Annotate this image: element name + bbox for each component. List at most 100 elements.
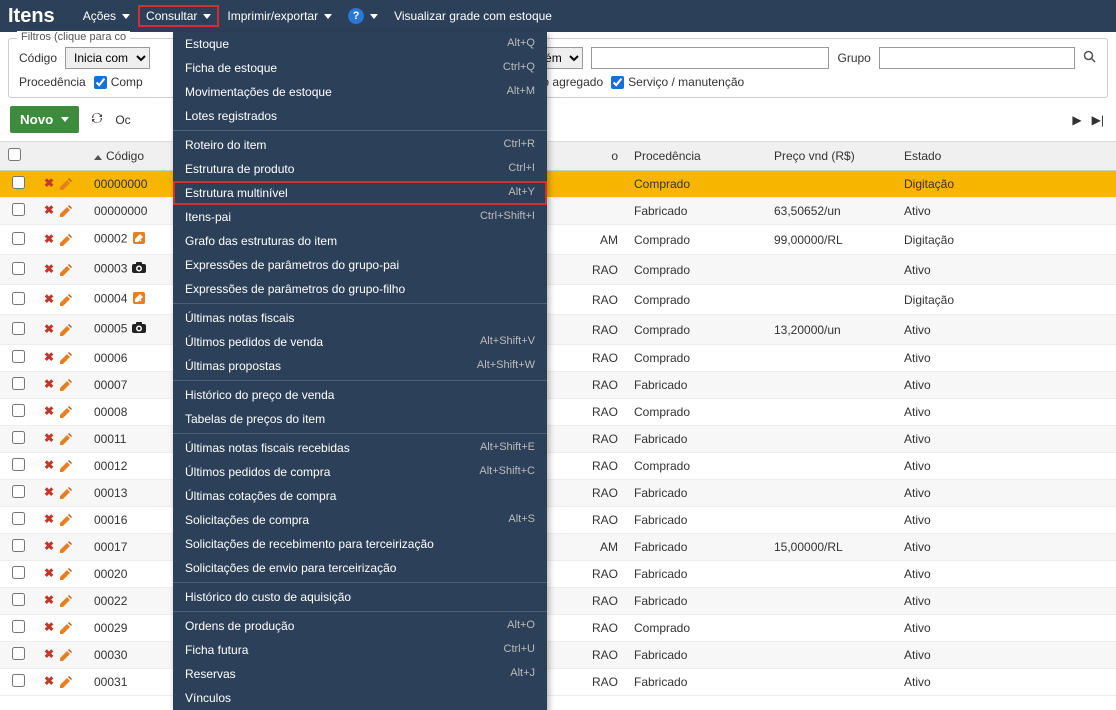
edit-icon[interactable] (58, 176, 74, 192)
camera-icon[interactable] (131, 260, 147, 279)
table-row[interactable]: ✖00007RAOFabricadoAtivo (0, 372, 1116, 399)
table-row[interactable]: ✖00031RAOFabricadoAtivo (0, 669, 1116, 696)
row-checkbox[interactable] (12, 203, 25, 216)
delete-icon[interactable]: ✖ (44, 620, 54, 634)
edit-icon[interactable] (58, 377, 74, 393)
delete-icon[interactable]: ✖ (44, 593, 54, 607)
dropdown-item[interactable]: Itens-paiCtrl+Shift+I (173, 205, 547, 229)
dropdown-item[interactable]: Estrutura multinívelAlt+Y (173, 181, 547, 205)
grupo-input[interactable] (879, 47, 1075, 69)
edit-icon[interactable] (58, 674, 74, 690)
row-checkbox[interactable] (12, 292, 25, 305)
edit-icon[interactable] (58, 262, 74, 278)
row-checkbox[interactable] (12, 647, 25, 660)
table-row[interactable]: ✖00000000CompradoDigitação (0, 171, 1116, 198)
menu-consultar[interactable]: Consultar (138, 5, 219, 27)
dropdown-item[interactable]: Estrutura de produtoCtrl+I (173, 157, 547, 181)
edit-icon[interactable] (58, 350, 74, 366)
menu-acoes[interactable]: Ações (75, 5, 138, 27)
edit-icon[interactable] (58, 620, 74, 636)
codigo-op-select[interactable]: Inicia com (65, 47, 150, 69)
edit-icon[interactable] (58, 203, 74, 219)
row-checkbox[interactable] (12, 674, 25, 687)
delete-icon[interactable]: ✖ (44, 322, 54, 336)
col-estado[interactable]: Estado (896, 142, 1116, 171)
dropdown-item[interactable]: Últimas propostasAlt+Shift+W (173, 354, 547, 378)
delete-icon[interactable]: ✖ (44, 674, 54, 688)
delete-icon[interactable]: ✖ (44, 203, 54, 217)
edit-icon[interactable] (58, 566, 74, 582)
edit-icon[interactable] (58, 458, 74, 474)
pager-next[interactable]: ▶ (1070, 113, 1083, 127)
row-checkbox[interactable] (12, 232, 25, 245)
table-row[interactable]: ✖00022RAOFabricadoAtivo (0, 588, 1116, 615)
row-checkbox[interactable] (12, 262, 25, 275)
table-row[interactable]: ✖00017AMFabricado15,00000/RLAtivo (0, 534, 1116, 561)
dropdown-item[interactable]: Expressões de parâmetros do grupo-filho (173, 277, 547, 301)
edit-icon[interactable] (58, 232, 74, 248)
table-row[interactable]: ✖00012RAOCompradoAtivo (0, 453, 1116, 480)
menu-help[interactable]: ? (340, 4, 386, 28)
dropdown-item[interactable]: Histórico do custo de aquisição (173, 585, 547, 609)
dropdown-item[interactable]: Lotes registrados (173, 104, 547, 128)
dropdown-item[interactable]: Roteiro do itemCtrl+R (173, 133, 547, 157)
row-checkbox[interactable] (12, 593, 25, 606)
desc-filter-input[interactable] (591, 47, 829, 69)
row-checkbox[interactable] (12, 404, 25, 417)
dropdown-item[interactable]: Últimos pedidos de vendaAlt+Shift+V (173, 330, 547, 354)
delete-icon[interactable]: ✖ (44, 512, 54, 526)
edit-icon[interactable] (58, 647, 74, 663)
delete-icon[interactable]: ✖ (44, 485, 54, 499)
delete-icon[interactable]: ✖ (44, 377, 54, 391)
edit-icon[interactable] (58, 404, 74, 420)
dropdown-item[interactable]: Solicitações de recebimento para terceir… (173, 532, 547, 556)
edit-icon[interactable] (58, 512, 74, 528)
table-row[interactable]: ✖00003RAOCompradoAtivo (0, 255, 1116, 285)
row-checkbox[interactable] (12, 176, 25, 189)
row-checkbox[interactable] (12, 458, 25, 471)
table-row[interactable]: ✖00006RAOCompradoAtivo (0, 345, 1116, 372)
table-row[interactable]: ✖00005RAOComprado13,20000/unAtivo (0, 315, 1116, 345)
delete-icon[interactable]: ✖ (44, 404, 54, 418)
dropdown-item[interactable]: Solicitações de compraAlt+S (173, 508, 547, 532)
delete-icon[interactable]: ✖ (44, 262, 54, 276)
delete-icon[interactable]: ✖ (44, 232, 54, 246)
dropdown-item[interactable]: Últimas notas fiscais (173, 306, 547, 330)
col-procedencia[interactable]: Procedência (626, 142, 766, 171)
dropdown-item[interactable]: Últimas notas fiscais recebidasAlt+Shift… (173, 436, 547, 460)
table-row[interactable]: ✖00000000Fabricado63,50652/unAtivo (0, 198, 1116, 225)
row-checkbox[interactable] (12, 566, 25, 579)
dropdown-item[interactable]: Últimos pedidos de compraAlt+Shift+C (173, 460, 547, 484)
edit-icon[interactable] (58, 539, 74, 555)
chk-comprado[interactable]: Comp (94, 75, 143, 89)
delete-icon[interactable]: ✖ (44, 539, 54, 553)
row-checkbox[interactable] (12, 539, 25, 552)
row-checkbox[interactable] (12, 512, 25, 525)
dropdown-item[interactable]: Últimas cotações de compra (173, 484, 547, 508)
edit-icon[interactable] (58, 593, 74, 609)
table-row[interactable]: ✖00030RAOFabricadoAtivo (0, 642, 1116, 669)
dropdown-item[interactable]: Tabelas de preços do item (173, 407, 547, 431)
dropdown-item[interactable]: Histórico do preço de venda (173, 383, 547, 407)
col-preco[interactable]: Preço vnd (R$) (766, 142, 896, 171)
table-row[interactable]: ✖00013RAOFabricadoAtivo (0, 480, 1116, 507)
dropdown-item[interactable]: Grafo das estruturas do item (173, 229, 547, 253)
table-row[interactable]: ✖00029RAOCompradoAtivo (0, 615, 1116, 642)
row-checkbox[interactable] (12, 620, 25, 633)
edit-icon[interactable] (58, 292, 74, 308)
delete-icon[interactable]: ✖ (44, 292, 54, 306)
delete-icon[interactable]: ✖ (44, 647, 54, 661)
select-all-checkbox[interactable] (8, 148, 21, 161)
table-row[interactable]: ✖00020RAOFabricadoAtivo (0, 561, 1116, 588)
row-checkbox[interactable] (12, 322, 25, 335)
delete-icon[interactable]: ✖ (44, 350, 54, 364)
edit-icon[interactable] (58, 431, 74, 447)
edit-icon[interactable] (58, 485, 74, 501)
table-row[interactable]: ✖00004RAOCompradoDigitação (0, 285, 1116, 315)
row-checkbox[interactable] (12, 485, 25, 498)
dropdown-item[interactable]: Ficha futuraCtrl+U (173, 638, 547, 662)
menu-visualizar-grade[interactable]: Visualizar grade com estoque (386, 5, 560, 27)
delete-icon[interactable]: ✖ (44, 176, 54, 190)
dropdown-item[interactable]: Solicitações de envio para terceirização (173, 556, 547, 580)
refresh-icon[interactable] (89, 110, 105, 129)
